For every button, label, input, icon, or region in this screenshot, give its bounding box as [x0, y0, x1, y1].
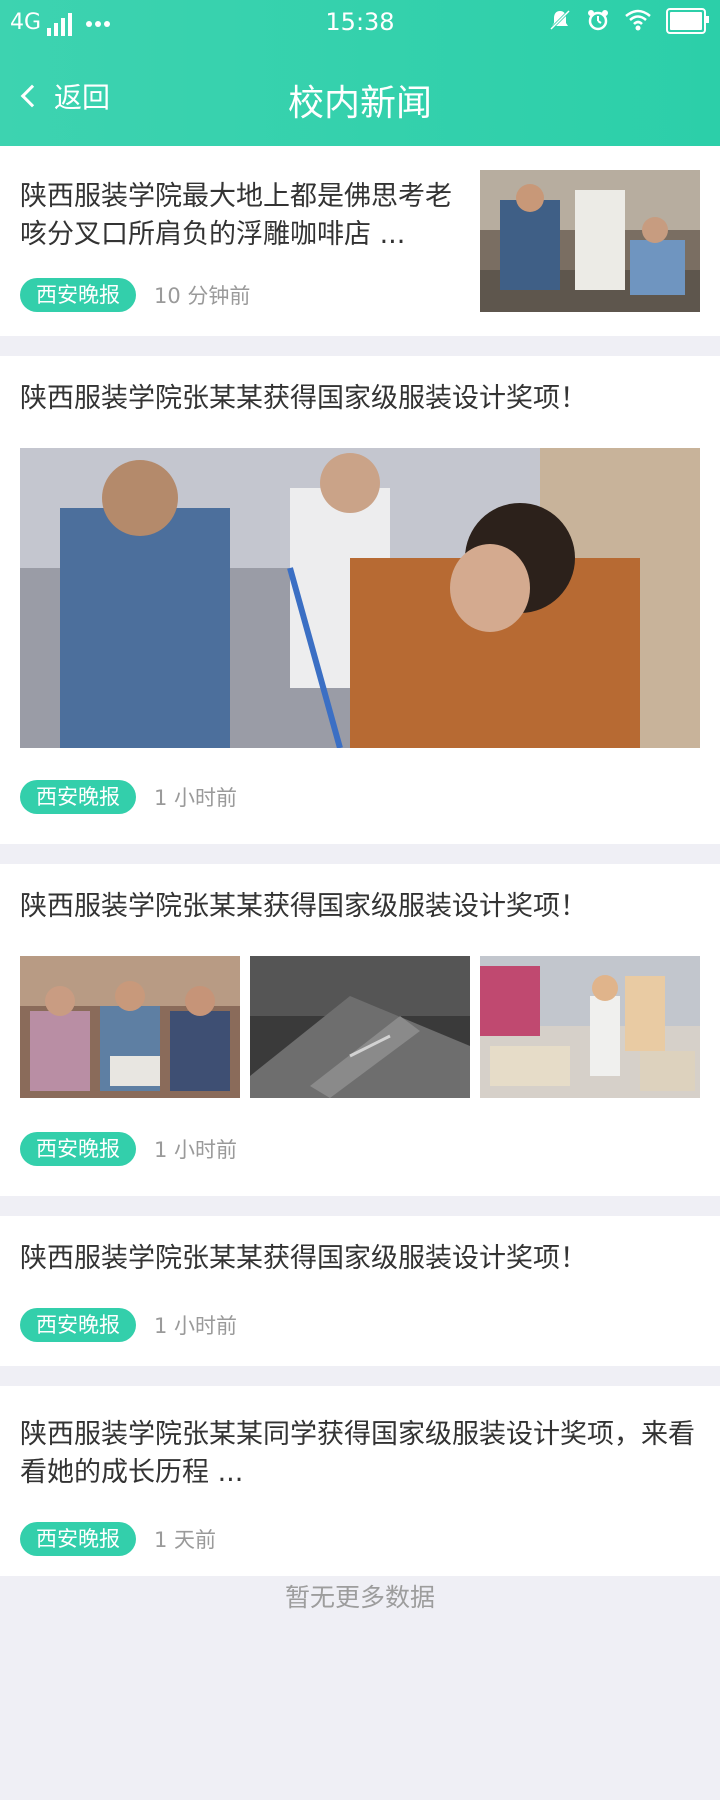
no-more-data-label: 暂无更多数据 [284, 1583, 435, 1612]
source-badge: 西安晚报 [20, 1132, 136, 1166]
news-item[interactable]: 陕西服装学院张某某获得国家级服装设计奖项！ 西安晚报 1 小时前 [0, 1216, 720, 1366]
page-title: 校内新闻 [287, 83, 432, 124]
status-icons [548, 8, 709, 34]
battery-icon [666, 8, 709, 34]
mute-icon [548, 8, 572, 34]
news-time: 10 分钟前 [154, 284, 251, 308]
news-time: 1 天前 [154, 1528, 217, 1552]
source-badge: 西安晚报 [20, 1308, 136, 1342]
news-meta: 西安晚报 10 分钟前 [20, 278, 250, 312]
news-time: 1 小时前 [154, 1314, 238, 1338]
source-badge: 西安晚报 [20, 1522, 136, 1556]
news-item[interactable]: 陕西服装学院张某某同学获得国家级服装设计奖项，来看看她的成长历程 ... 西安晚… [0, 1386, 720, 1576]
news-image [250, 956, 470, 1098]
wifi-icon [624, 8, 652, 34]
app-header: 4G 15:38 返回 校内新闻 [0, 0, 720, 146]
news-meta: 西安晚报 1 小时前 [20, 1308, 237, 1342]
alarm-icon [586, 8, 610, 34]
source-badge: 西安晚报 [20, 780, 136, 814]
news-title: 陕西服装学院张某某获得国家级服装设计奖项！ [20, 1243, 587, 1274]
status-bar: 4G 15:38 [0, 0, 720, 46]
news-time: 1 小时前 [154, 786, 238, 810]
news-title: 陕西服装学院最大地上都是佛思考老咳分叉口所肩负的浮雕咖啡店 ... [20, 181, 452, 250]
news-meta: 西安晚报 1 小时前 [20, 780, 237, 814]
news-item[interactable]: 陕西服装学院最大地上都是佛思考老咳分叉口所肩负的浮雕咖啡店 ... 西安晚报 1… [0, 146, 720, 336]
news-time: 1 小时前 [154, 1138, 238, 1162]
news-meta: 西安晚报 1 天前 [20, 1522, 216, 1556]
news-item[interactable]: 陕西服装学院张某某获得国家级服装设计奖项！ 西安晚报 1 小时前 [0, 864, 720, 1196]
news-image [480, 956, 700, 1098]
news-image [20, 956, 240, 1098]
news-meta: 西安晚报 1 小时前 [20, 1132, 237, 1166]
news-title: 陕西服装学院张某某获得国家级服装设计奖项！ [20, 383, 587, 414]
news-item[interactable]: 陕西服装学院张某某获得国家级服装设计奖项！ 西安晚报 1 小时前 [0, 356, 720, 844]
news-title: 陕西服装学院张某某获得国家级服装设计奖项！ [20, 891, 587, 922]
source-badge: 西安晚报 [20, 278, 136, 312]
news-thumbnail [480, 170, 700, 312]
news-title: 陕西服装学院张某某同学获得国家级服装设计奖项，来看看她的成长历程 ... [20, 1419, 695, 1488]
news-image [20, 448, 700, 748]
